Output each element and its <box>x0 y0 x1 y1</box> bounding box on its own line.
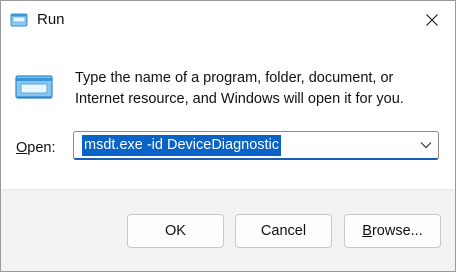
dropdown-button[interactable] <box>416 134 436 156</box>
open-label-rest: pen: <box>27 140 56 156</box>
run-app-icon <box>15 75 53 99</box>
button-bar: OK Cancel Browse... <box>1 189 455 271</box>
open-label-accel: O <box>16 140 28 156</box>
close-icon <box>426 14 438 26</box>
browse-rest: rowse... <box>371 223 423 239</box>
browse-accel: B <box>362 223 372 239</box>
window-title: Run <box>37 11 65 28</box>
run-icon <box>10 13 28 27</box>
title-bar[interactable]: Run <box>1 1 455 39</box>
ok-button[interactable]: OK <box>127 214 224 248</box>
cancel-button[interactable]: Cancel <box>235 214 332 248</box>
browse-button[interactable]: Browse... <box>344 214 441 248</box>
open-combobox[interactable]: msdt.exe -id DeviceDiagnostic <box>73 131 439 160</box>
chevron-down-icon <box>420 142 432 149</box>
dialog-content: Type the name of a program, folder, docu… <box>1 39 455 189</box>
close-button[interactable] <box>409 1 455 39</box>
dialog-description: Type the name of a program, folder, docu… <box>75 70 404 107</box>
open-input-value[interactable]: msdt.exe -id DeviceDiagnostic <box>82 135 282 156</box>
run-dialog: Run Type the name of a program, folder, … <box>0 0 456 272</box>
open-label: Open: <box>16 139 56 157</box>
